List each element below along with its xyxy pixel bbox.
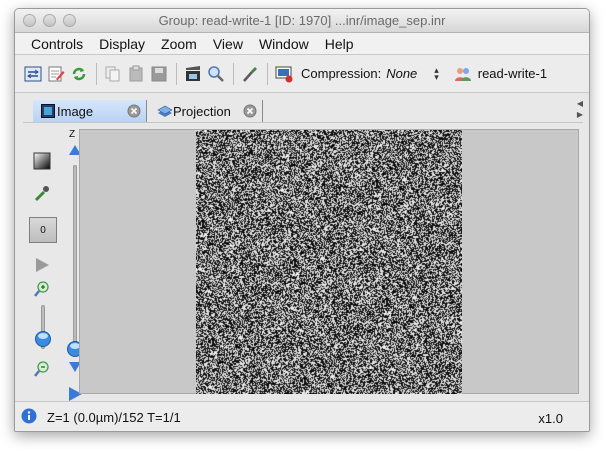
z-axis-label: Z [69, 129, 76, 140]
zoom-in-icon[interactable] [32, 279, 52, 299]
z-slider-track[interactable] [73, 165, 77, 345]
zero-button[interactable]: 0 [29, 217, 57, 243]
status-text: Z=1 (0.0µm)/152 T=1/1 [47, 410, 181, 425]
window-controls [23, 14, 76, 27]
edit-icon[interactable] [46, 64, 66, 84]
image-viewport[interactable] [79, 129, 579, 394]
screenshot-icon[interactable] [274, 64, 294, 84]
status-bar: Z=1 (0.0µm)/152 T=1/1 x1.0 [15, 401, 589, 431]
image-canvas[interactable] [196, 130, 462, 394]
compression-label: Compression: [301, 66, 382, 81]
zoom-icon[interactable] [206, 64, 226, 84]
left-control-panel: Z 0 [23, 129, 83, 401]
toolbar-separator [233, 62, 234, 85]
tab-projection-close-icon[interactable] [243, 104, 257, 121]
zoom-out-icon[interactable] [32, 359, 52, 379]
tab-strip: Image Projection ◀ ▶ [23, 97, 583, 123]
menu-display[interactable]: Display [91, 33, 153, 55]
menu-help[interactable]: Help [317, 33, 362, 55]
save-icon[interactable] [149, 64, 169, 84]
tab-image[interactable]: Image [33, 100, 147, 122]
brush-icon[interactable] [240, 64, 260, 84]
title-bar: Group: read-write-1 [ID: 1970] ...inr/im… [15, 9, 589, 33]
paste-icon[interactable] [126, 64, 146, 84]
tab-image-label: Image [57, 103, 94, 119]
open-icon[interactable] [23, 64, 43, 84]
tab-scroll-arrows-icon[interactable]: ◀ ▶ [577, 98, 583, 120]
tab-projection[interactable]: Projection [149, 100, 263, 122]
gradient-icon[interactable] [32, 151, 52, 171]
app-window: Group: read-write-1 [ID: 1970] ...inr/im… [14, 8, 590, 432]
close-window-button[interactable] [23, 14, 36, 27]
group-owner-label[interactable]: read-write-1 [478, 66, 547, 81]
compression-stepper-icon[interactable]: ▴ ▾ [434, 65, 439, 81]
menu-zoom[interactable]: Zoom [153, 33, 205, 55]
toolbar-separator [176, 62, 177, 85]
info-icon[interactable] [21, 408, 37, 427]
window-title: Group: read-write-1 [ID: 1970] ...inr/im… [158, 13, 446, 28]
toolbar: Compression: None ▴ ▾ read-write-1 [15, 55, 589, 93]
tab-projection-label: Projection [173, 103, 231, 119]
minimize-window-button[interactable] [43, 14, 56, 27]
toolbar-separator [267, 62, 268, 85]
refresh-icon[interactable] [69, 64, 89, 84]
group-icon[interactable] [453, 64, 473, 84]
image-icon [41, 104, 55, 121]
toolbar-separator [96, 62, 97, 85]
zoom-factor: x1.0 [538, 411, 563, 426]
copy-icon[interactable] [103, 64, 123, 84]
layers-icon [157, 104, 173, 121]
menu-window[interactable]: Window [251, 33, 317, 55]
compression-select[interactable]: None [386, 66, 426, 81]
tab-image-close-icon[interactable] [127, 104, 141, 121]
eyedropper-icon[interactable] [32, 183, 52, 203]
clapboard-icon[interactable] [183, 64, 203, 84]
play-icon[interactable] [32, 255, 52, 275]
menu-bar: Controls Display Zoom View Window Help [15, 33, 589, 55]
zoom-window-button[interactable] [63, 14, 76, 27]
menu-controls[interactable]: Controls [23, 33, 91, 55]
menu-view[interactable]: View [205, 33, 251, 55]
zoom-slider-knob-icon[interactable] [33, 329, 53, 349]
